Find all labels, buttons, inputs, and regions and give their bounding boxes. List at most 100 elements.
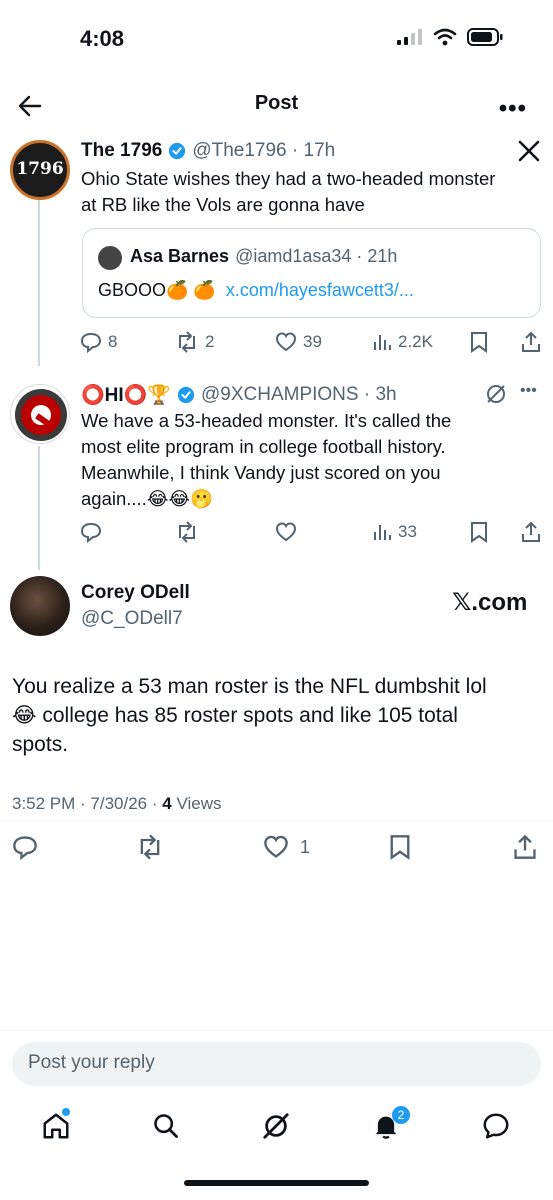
avatar-9xchampions[interactable] (10, 384, 70, 444)
author-handle[interactable]: @C_ODell7 (81, 608, 183, 630)
author-name[interactable]: Corey ODell (81, 582, 190, 604)
tweet1-actions: 8 2 39 2.2K (80, 330, 546, 354)
heart-icon (264, 835, 288, 858)
author-handle[interactable]: @9XCHAMPIONS · 3h (201, 384, 397, 406)
tweet-text-line: We have a 53-headed monster. It's called… (81, 410, 452, 431)
author-name[interactable]: ⭕HI⭕🏆 (81, 383, 171, 407)
views-button[interactable]: 33 (372, 522, 417, 542)
views-icon (374, 525, 391, 540)
grok-icon (263, 1113, 289, 1139)
quote-link[interactable]: x.com/hayesfawcett3/... (226, 280, 414, 301)
reply-count: 8 (108, 332, 118, 351)
views-icon (374, 335, 391, 350)
share-icon (514, 834, 536, 859)
reply-button[interactable]: 8 (80, 331, 117, 353)
verified-badge-icon (177, 386, 195, 404)
bookmark-icon (471, 522, 487, 543)
author-handle[interactable]: @The1796 · 17h (192, 140, 335, 162)
repost-button[interactable]: 2 (175, 331, 214, 353)
quoted-tweet[interactable] (82, 228, 541, 318)
repost-icon (179, 331, 195, 353)
reply-button[interactable] (80, 521, 102, 543)
bookmark-button[interactable] (469, 331, 489, 353)
avatar-corey-odell[interactable] (10, 576, 70, 636)
share-icon (522, 521, 540, 542)
share-button[interactable] (520, 331, 542, 353)
like-count: 39 (303, 332, 322, 351)
tweet-meta: 3:52 PM · 7/30/26 · 4 Views (12, 794, 221, 814)
repost-button[interactable] (136, 834, 164, 865)
view-count: 33 (398, 522, 417, 541)
reply-icon (13, 836, 37, 861)
author-name[interactable]: The 1796 (81, 140, 162, 162)
views-button[interactable]: 2.2K (372, 332, 433, 352)
tweet-text-line: You realize a 53 man roster is the NFL d… (12, 675, 487, 698)
views-count: 4 (162, 794, 172, 813)
repost-count: 2 (205, 332, 215, 351)
avatar-the1796[interactable]: 1796 (10, 140, 70, 200)
tweet2-actions: 33 (80, 520, 546, 544)
x-com-watermark: 𝕏.com (452, 589, 528, 616)
tweet-text-line: Ohio State wishes they had a two-headed … (81, 168, 496, 189)
nav-notifications[interactable]: 2 (368, 1106, 410, 1144)
battery-icon (467, 28, 503, 46)
repost-icon (179, 521, 195, 543)
reply-button[interactable] (12, 834, 38, 865)
tweet-text-line: Meanwhile, I think Vandy just scored on … (81, 462, 441, 483)
heart-icon (275, 332, 297, 352)
status-icons (397, 28, 503, 46)
thread-line (38, 446, 40, 570)
home-indicator (184, 1180, 369, 1186)
quote-content: GBOOO🍊 🍊 x.com/hayesfawcett3/... (98, 280, 414, 301)
heart-icon (275, 522, 297, 542)
like-button[interactable]: 39 (275, 331, 322, 353)
reply-icon (80, 522, 102, 543)
logo-text: 1796 (16, 159, 64, 179)
verified-badge-icon (169, 142, 186, 160)
tweet1-text: Ohio State wishes they had a two-headed … (81, 166, 495, 218)
like-button[interactable]: 1 (262, 834, 310, 860)
tweet-text-line: at RB like the Vols are gonna have (81, 194, 365, 215)
tweet2-header: ⭕HI⭕🏆 @9XCHAMPIONS · 3h (81, 383, 397, 407)
timestamp[interactable]: 3:52 PM · 7/30/26 · (12, 794, 162, 813)
share-button[interactable] (512, 834, 538, 865)
like-button[interactable] (275, 521, 297, 543)
thread-line (38, 196, 40, 366)
more-options-button[interactable]: ••• (520, 382, 537, 400)
home-unread-dot (62, 1108, 70, 1116)
tweet-text-line: spots. (12, 733, 69, 756)
tweet2-text: We have a 53-headed monster. It's called… (81, 408, 451, 512)
quote-text: GBOOO🍊 🍊 (98, 280, 216, 300)
share-button[interactable] (520, 521, 542, 543)
reply-icon (80, 332, 102, 353)
reply-placeholder: Post your reply (28, 1052, 155, 1073)
share-icon (522, 331, 540, 352)
bookmark-icon (390, 835, 410, 860)
notifications-badge: 2 (392, 1106, 410, 1124)
status-time: 4:08 (80, 26, 125, 51)
quote-author-handle: @iamd1asa34 · 21h (235, 246, 398, 266)
repost-icon (140, 834, 160, 860)
repost-button[interactable] (175, 521, 199, 543)
quote-header: Asa Barnes @iamd1asa34 · 21h (130, 246, 397, 267)
bookmark-icon (471, 332, 487, 353)
nav-grok[interactable] (258, 1108, 294, 1144)
tweet-text-line: again....😂😂🫢 (81, 488, 214, 509)
main-tweet-text: You realize a 53 man roster is the NFL d… (12, 672, 487, 759)
avatar-asa-barnes (98, 246, 122, 270)
grok-icon[interactable] (484, 382, 508, 411)
bookmark-button[interactable] (388, 834, 412, 865)
tweet1-header: The 1796 @The1796 · 17h (81, 140, 335, 162)
bookmark-button[interactable] (469, 521, 489, 543)
nav-home[interactable] (38, 1108, 74, 1144)
page-title: Post (254, 92, 299, 114)
like-count: 1 (300, 836, 311, 857)
nav-messages[interactable] (478, 1108, 514, 1144)
quote-author-name: Asa Barnes (130, 246, 230, 266)
view-count: 2.2K (398, 332, 433, 351)
wifi-icon (433, 28, 457, 46)
search-icon (154, 1114, 178, 1138)
tweet-text-line: most elite program in college football h… (81, 436, 446, 457)
more-options-button[interactable]: ••• (499, 95, 527, 123)
nav-search[interactable] (148, 1108, 184, 1144)
